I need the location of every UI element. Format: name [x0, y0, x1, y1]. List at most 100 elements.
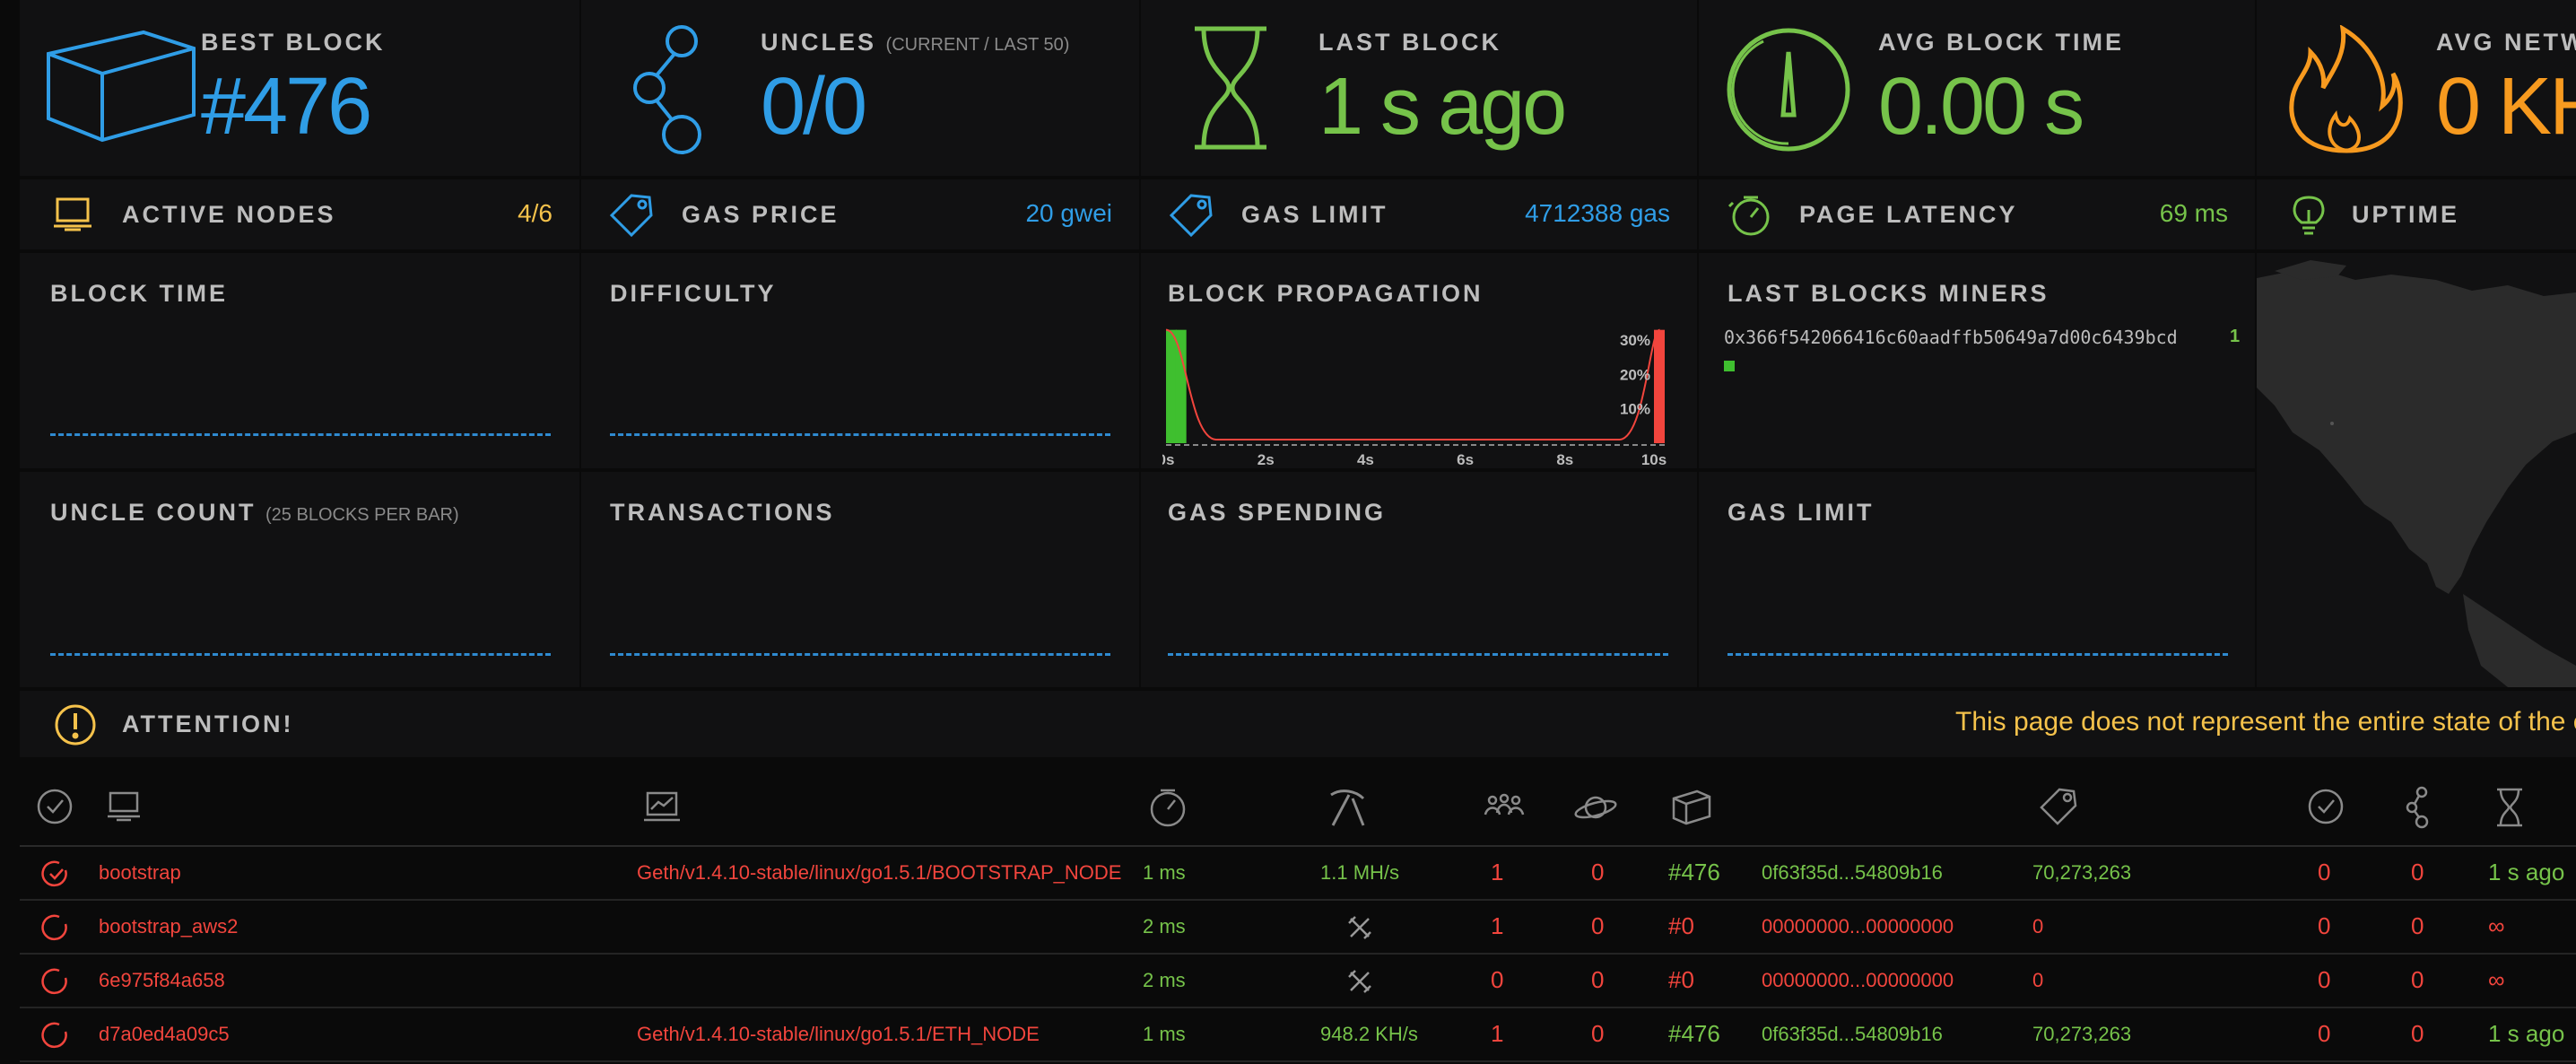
node-name[interactable]: d7a0ed4a09c5	[99, 1023, 230, 1046]
stat-avg-network: AVG NETWO 0 KH/	[2257, 0, 2576, 176]
propagation-x-tick: 6s	[1457, 451, 1474, 468]
best-block-label: BEST BLOCK	[201, 29, 386, 56]
computer-icon[interactable]	[106, 791, 142, 822]
gas-spending-label: GAS SPENDING	[1168, 499, 1387, 526]
tag-icon	[608, 192, 655, 237]
block-time-label: BLOCK TIME	[50, 280, 228, 307]
node-prop: 0	[2318, 859, 2331, 885]
uncles-icon	[617, 23, 725, 158]
node-uncles: 0	[2411, 912, 2424, 939]
node-name[interactable]: 6e975f84a658	[99, 969, 225, 992]
tag-icon[interactable]	[2038, 786, 2079, 827]
stat-avg-block-time: AVG BLOCK TIME 0.00 s	[1699, 0, 2255, 176]
planet-icon[interactable]	[1573, 789, 1618, 825]
node-last: ∞	[2488, 912, 2505, 939]
miner-address: 0x366f542066416c60aadffb50649a7d00c6439b…	[1724, 327, 2178, 348]
uptime-label: UPTIME	[2352, 201, 2460, 228]
node-row[interactable]: 6e975f84a658 2 ms 0 0 #0 00000000...00000000 0…	[20, 955, 2576, 1008]
node-block: #476	[1668, 1020, 1720, 1047]
cube-icon[interactable]	[1672, 789, 1711, 825]
propagation-x-tick: 4s	[1357, 451, 1374, 468]
propagation-x-tick: 2s	[1258, 451, 1275, 468]
node-difficulty: 0	[2032, 915, 2044, 938]
stat-gas-price: GAS PRICE 20 gwei	[581, 179, 1139, 249]
world-map	[2257, 260, 2576, 687]
gas-limit-value: 4712388 gas	[1525, 199, 1670, 227]
gas-limit-label: GAS LIMIT	[1241, 201, 1388, 228]
fire-icon	[2284, 25, 2409, 154]
propagation-curve	[1165, 328, 1661, 440]
difficulty-baseline	[610, 433, 1110, 436]
node-peers: 1	[1491, 912, 1504, 939]
stat-uncles: UNCLES (CURRENT / LAST 50) 0/0	[581, 0, 1139, 176]
chart-block-time: BLOCK TIME	[20, 253, 579, 468]
node-prop: 0	[2318, 1020, 2331, 1047]
stat-best-block: BEST BLOCK #476	[20, 0, 579, 176]
miner-block-count: 1	[2230, 327, 2241, 346]
computer-icon	[52, 197, 93, 231]
stat-uptime: UPTIME	[2257, 179, 2576, 249]
propagation-x-tick: 0s	[1162, 451, 1174, 468]
node-table-body: bootstrap Geth/v1.4.10-stable/linux/go1.5…	[20, 847, 2576, 1062]
attention-bar: ATTENTION! This page does not represent …	[20, 691, 2576, 757]
avg-block-time-value: 0.00 s	[1878, 62, 2084, 152]
node-peers: 1	[1491, 1020, 1504, 1047]
miner-block-marker	[1724, 361, 1735, 371]
node-row[interactable]: d7a0ed4a09c5 Geth/v1.4.10-stable/linux/go…	[20, 1008, 2576, 1062]
node-pending: 0	[1591, 966, 1605, 993]
hourglass-icon[interactable]	[2495, 788, 2524, 827]
node-hash: 00000000...00000000	[1762, 915, 1954, 938]
uncle-count-baseline	[50, 653, 551, 656]
chart-uncle-count: UNCLE COUNT (25 BLOCKS PER BAR)	[20, 472, 579, 687]
pickaxe-icon[interactable]	[1326, 786, 1369, 829]
node-block: #476	[1668, 859, 1720, 885]
circle-icon	[41, 1021, 70, 1050]
node-difficulty: 70,273,263	[2032, 1023, 2132, 1045]
active-nodes-value: 4/6	[518, 199, 553, 227]
stat-active-nodes: ACTIVE NODES 4/6	[20, 179, 579, 249]
check-circle-icon[interactable]	[2307, 788, 2345, 825]
stopwatch-icon[interactable]	[1148, 788, 1188, 827]
node-map[interactable]	[2257, 253, 2576, 687]
node-hashrate: 1.1 MH/s	[1320, 861, 1400, 884]
node-name[interactable]: bootstrap	[99, 861, 181, 885]
node-latency: 1 ms	[1143, 1023, 1186, 1045]
node-last: 1 s ago	[2488, 859, 2565, 885]
chart-gas-limit: GAS LIMIT	[1699, 472, 2255, 687]
node-uncles: 0	[2411, 859, 2424, 885]
node-prop: 0	[2318, 966, 2331, 993]
stat-last-block: LAST BLOCK 1 s ago	[1141, 0, 1697, 176]
not-mining-icon	[1345, 913, 1374, 942]
speedometer-icon	[1724, 25, 1853, 154]
gas-limit-chart-label: GAS LIMIT	[1727, 499, 1875, 526]
check-circle-icon[interactable]	[36, 788, 74, 825]
laptop-chart-icon[interactable]	[644, 789, 680, 824]
block-time-baseline	[50, 433, 551, 436]
chart-transactions: TRANSACTIONS	[581, 472, 1139, 687]
node-row[interactable]: bootstrap_aws2 2 ms 1 0 #0 00000000...0000000…	[20, 901, 2576, 955]
peers-icon[interactable]	[1484, 793, 1525, 820]
propagation-bar	[1166, 329, 1177, 443]
last-blocks-miners-label: LAST BLOCKS MINERS	[1727, 280, 2049, 307]
not-mining-icon	[1345, 967, 1374, 996]
uncles-value: 0/0	[761, 62, 867, 152]
propagation-y-tick: 20%	[1620, 366, 1650, 383]
node-peers: 1	[1491, 859, 1504, 885]
chart-block-propagation: BLOCK PROPAGATION 30% 20% 10% 0s 2s 4s 6s 8s 10…	[1141, 253, 1697, 468]
node-type: Geth/v1.4.10-stable/linux/go1.5.1/ETH_NO…	[637, 1023, 1040, 1045]
last-block-label: LAST BLOCK	[1318, 29, 1501, 56]
gas-spending-baseline	[1168, 653, 1668, 656]
uncles-icon[interactable]	[2404, 786, 2434, 829]
uncles-sub-label: (CURRENT / LAST 50)	[885, 35, 1070, 55]
difficulty-label: DIFFICULTY	[610, 280, 777, 307]
node-row[interactable]: bootstrap Geth/v1.4.10-stable/linux/go1.5…	[20, 847, 2576, 901]
page-latency-value: 69 ms	[2159, 199, 2228, 227]
node-difficulty: 70,273,263	[2032, 861, 2132, 884]
node-name[interactable]: bootstrap_aws2	[99, 915, 238, 938]
uncles-label: UNCLES (CURRENT / LAST 50)	[761, 29, 1070, 56]
node-difficulty: 0	[2032, 969, 2044, 991]
chart-difficulty: DIFFICULTY	[581, 253, 1139, 468]
propagation-y-tick: 30%	[1620, 332, 1650, 349]
propagation-x-tick: 8s	[1556, 451, 1573, 468]
propagation-y-tick: 10%	[1620, 401, 1650, 418]
